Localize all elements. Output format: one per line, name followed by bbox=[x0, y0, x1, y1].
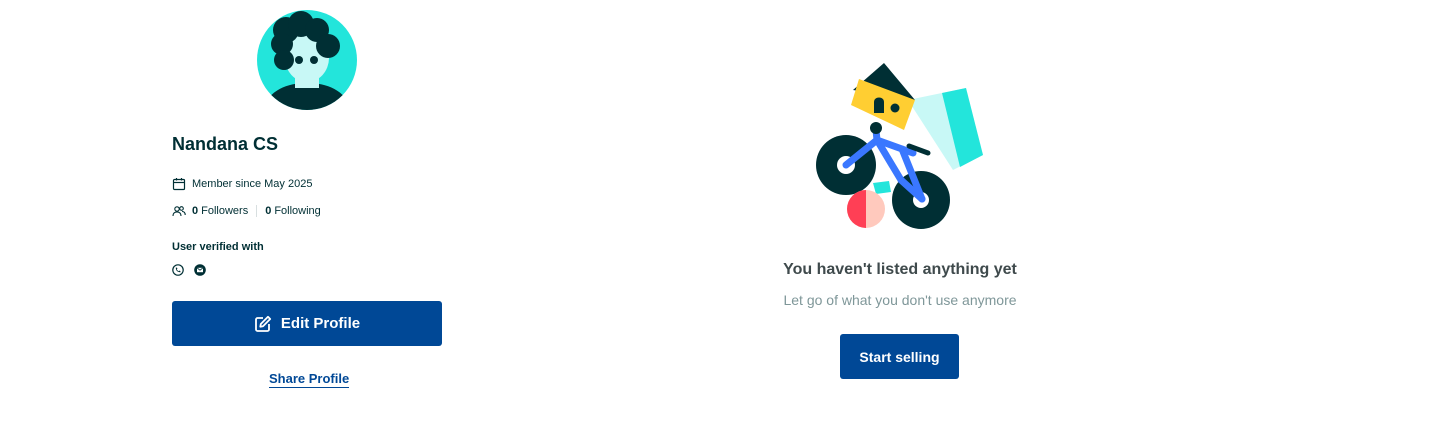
followers-stat[interactable]: 0 Followers bbox=[192, 205, 248, 217]
followers-label: Followers bbox=[201, 205, 249, 217]
empty-state-title: You haven't listed anything yet bbox=[783, 261, 1017, 278]
phone-icon bbox=[172, 264, 184, 276]
edit-profile-label: Edit Profile bbox=[280, 315, 361, 332]
users-icon bbox=[172, 206, 186, 217]
start-selling-label: Start selling bbox=[859, 348, 940, 365]
share-profile-link[interactable]: Share Profile bbox=[269, 371, 350, 388]
profile-name: Nandana CS bbox=[172, 134, 279, 154]
edit-profile-button[interactable]: Edit Profile bbox=[172, 301, 442, 346]
email-icon bbox=[194, 264, 206, 276]
following-label: Following bbox=[274, 205, 321, 217]
empty-listings-illustration bbox=[816, 63, 983, 229]
empty-state-subtitle: Let go of what you don't use anymore bbox=[783, 292, 1017, 308]
follow-stats-row: 0 Followers 0 Following bbox=[172, 204, 321, 218]
following-stat[interactable]: 0 Following bbox=[265, 205, 321, 217]
verified-icons bbox=[172, 264, 206, 276]
calendar-icon bbox=[172, 178, 186, 191]
followers-count: 0 bbox=[192, 205, 199, 217]
following-count: 0 bbox=[265, 205, 272, 217]
edit-icon bbox=[255, 315, 272, 332]
follow-divider bbox=[256, 205, 258, 217]
verified-label: User verified with bbox=[172, 241, 264, 253]
member-since-text: Member since May 2025 bbox=[192, 178, 313, 190]
profile-avatar bbox=[257, 10, 357, 110]
member-since-row: Member since May 2025 bbox=[172, 177, 312, 191]
start-selling-button[interactable]: Start selling bbox=[840, 334, 959, 379]
